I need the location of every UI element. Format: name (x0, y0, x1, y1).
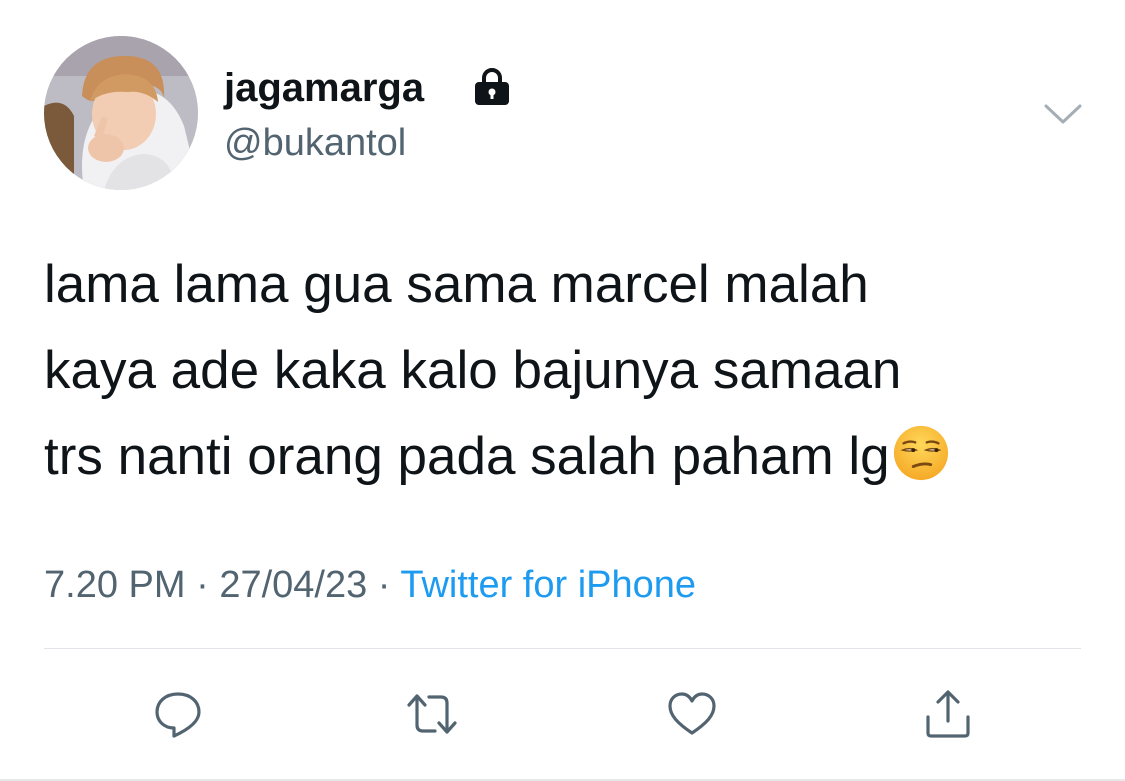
reply-button[interactable] (148, 684, 208, 744)
tweet-source-link[interactable]: Twitter for iPhone (400, 564, 696, 606)
user-handle[interactable]: @bukantol (224, 118, 406, 168)
tweet-line-last: trs nanti orang pada salah paham lg (44, 414, 1104, 500)
chevron-down-icon[interactable] (1040, 98, 1086, 128)
divider (44, 648, 1081, 649)
avatar-image (44, 36, 198, 190)
unamused-face-icon (893, 425, 948, 481)
retweet-button[interactable] (402, 684, 462, 744)
share-button[interactable] (918, 684, 978, 744)
tweet-line: lama lama gua sama marcel malah (44, 255, 869, 314)
share-icon (926, 690, 970, 738)
reply-icon (155, 692, 201, 738)
display-name[interactable]: jagamarga (224, 62, 424, 114)
tweet-text: lama lama gua sama marcel malah kaya ade… (44, 242, 1104, 500)
tweet-line: kaya ade kaka kalo bajunya samaan (44, 341, 902, 400)
tweet-date[interactable]: 27/04/23 (219, 564, 367, 606)
retweet-icon (407, 694, 457, 734)
meta-separator: · (196, 564, 209, 606)
tweet-meta: 7.20 PM · 27/04/23 · Twitter for iPhone (44, 560, 696, 610)
meta-separator: · (377, 564, 391, 606)
like-icon (668, 692, 716, 735)
tweet-line: trs nanti orang pada salah paham lg (44, 427, 890, 486)
avatar[interactable] (44, 36, 198, 190)
like-button[interactable] (662, 684, 722, 744)
lock-icon (475, 68, 509, 105)
tweet-time[interactable]: 7.20 PM (44, 564, 186, 606)
